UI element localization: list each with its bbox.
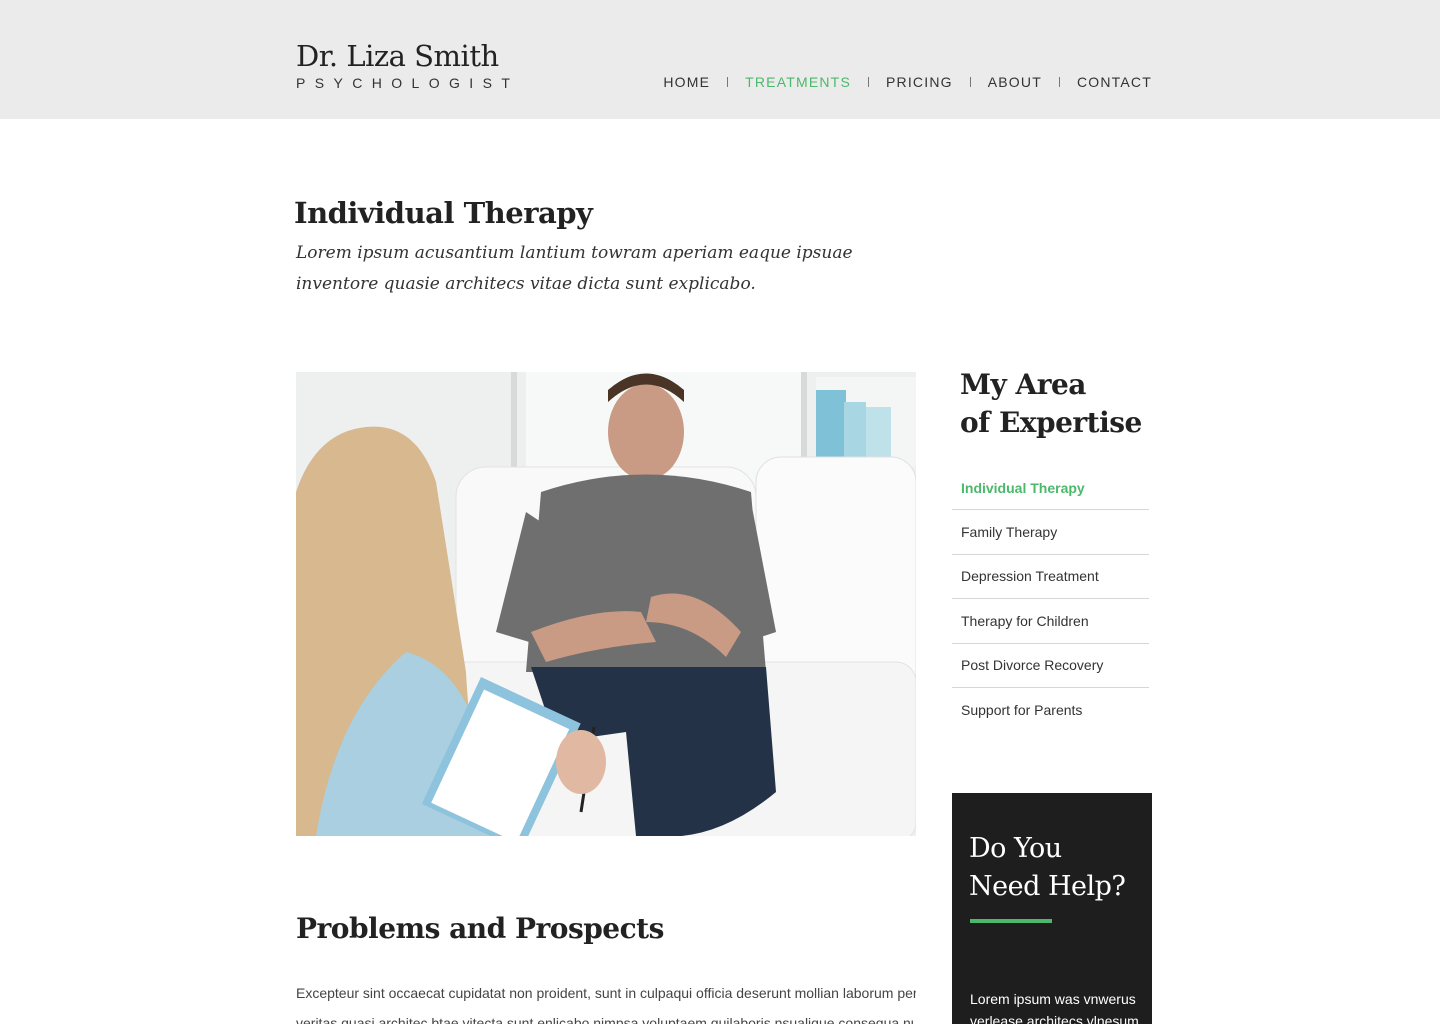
help-title-line2: Need Help? bbox=[969, 871, 1126, 902]
help-title-line1: Do You bbox=[969, 833, 1062, 864]
expertise-item-individual-therapy[interactable]: Individual Therapy bbox=[952, 466, 1149, 511]
expertise-title-line2: of Expertise bbox=[960, 406, 1142, 439]
page-intro: Lorem ipsum acusantium lantium towram ap… bbox=[296, 243, 853, 294]
expertise-item-therapy-for-children[interactable]: Therapy for Children bbox=[952, 599, 1149, 644]
expertise-item-family-therapy[interactable]: Family Therapy bbox=[952, 510, 1149, 555]
section-body-line: Excepteur sint occaecat cupidatat non pr… bbox=[296, 985, 916, 1001]
help-title: Do You Need Help? bbox=[969, 830, 1144, 906]
main-nav: HOME TREATMENTS PRICING ABOUT CONTACT bbox=[663, 74, 1152, 90]
help-accent-line bbox=[970, 919, 1052, 923]
site-header: Dr. Liza Smith PSYCHOLOGIST HOME TREATME… bbox=[0, 0, 1440, 119]
nav-pricing[interactable]: PRICING bbox=[886, 74, 953, 90]
help-box: Do You Need Help? Lorem ipsum was vnweru… bbox=[952, 793, 1152, 1024]
site-logo[interactable]: Dr. Liza Smith PSYCHOLOGIST bbox=[296, 38, 519, 91]
nav-treatments[interactable]: TREATMENTS bbox=[745, 74, 851, 90]
nav-separator bbox=[1058, 77, 1060, 87]
hero-image-therapy-session bbox=[296, 372, 916, 836]
expertise-list: Individual Therapy Family Therapy Depres… bbox=[952, 466, 1149, 732]
expertise-item-post-divorce-recovery[interactable]: Post Divorce Recovery bbox=[952, 644, 1149, 688]
expertise-item-support-for-parents[interactable]: Support for Parents bbox=[952, 688, 1149, 732]
section-body-line: veritas quasi architec btae vitecta sunt… bbox=[296, 1015, 916, 1024]
nav-contact[interactable]: CONTACT bbox=[1077, 74, 1152, 90]
nav-separator bbox=[727, 77, 729, 87]
expertise-item-depression-treatment[interactable]: Depression Treatment bbox=[952, 555, 1149, 600]
nav-home[interactable]: HOME bbox=[663, 74, 710, 90]
logo-name: Dr. Liza Smith bbox=[296, 39, 499, 73]
page-title: Individual Therapy bbox=[294, 196, 593, 230]
expertise-title: My Area of Expertise bbox=[960, 366, 1142, 442]
nav-separator bbox=[867, 77, 869, 87]
expertise-title-line1: My Area bbox=[960, 368, 1086, 401]
logo-subtitle: PSYCHOLOGIST bbox=[296, 75, 520, 91]
help-text: Lorem ipsum was vnwerus verlease archite… bbox=[970, 991, 1139, 1024]
section-title: Problems and Prospects bbox=[296, 912, 664, 945]
nav-separator bbox=[969, 77, 971, 87]
nav-about[interactable]: ABOUT bbox=[988, 74, 1042, 90]
section-body: Excepteur sint occaecat cupidatat non pr… bbox=[296, 978, 916, 1024]
